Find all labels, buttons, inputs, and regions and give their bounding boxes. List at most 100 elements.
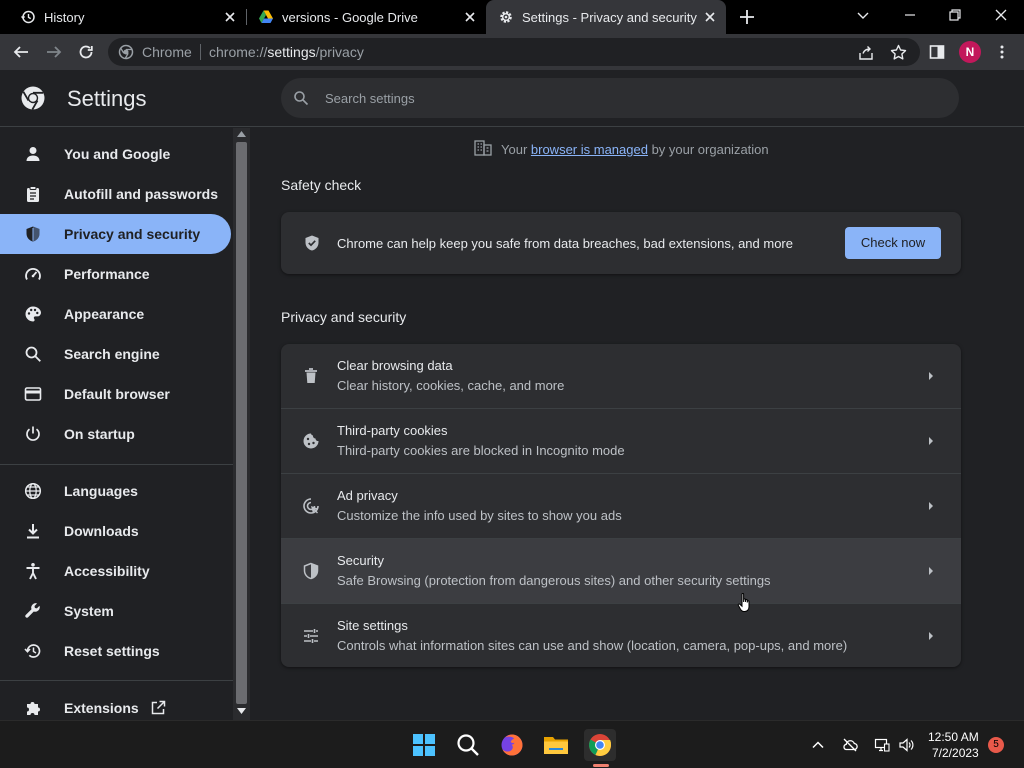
chevron-right-icon (929, 567, 933, 575)
check-now-button[interactable]: Check now (845, 227, 941, 259)
sidebar-item-languages[interactable]: Languages (0, 471, 231, 511)
cloud-offline-icon[interactable] (842, 737, 858, 753)
reload-icon[interactable] (77, 43, 95, 61)
file-explorer-icon[interactable] (540, 729, 572, 761)
volume-icon[interactable] (898, 737, 914, 753)
clock-date[interactable]: 7/2/2023 (932, 746, 979, 760)
chevron-right-icon (929, 437, 933, 445)
tab-search-chevron-icon[interactable] (855, 7, 871, 23)
notification-badge[interactable]: 5 (988, 737, 1004, 753)
sidebar-item-autofill[interactable]: Autofill and passwords (0, 174, 231, 214)
sidebar-item-reset-settings[interactable]: Reset settings (0, 631, 231, 671)
download-icon (27, 524, 39, 539)
sidebar-item-label: Autofill and passwords (64, 186, 219, 202)
row-security[interactable]: Security Safe Browsing (protection from … (281, 538, 961, 603)
tab-history[interactable]: History (0, 0, 246, 34)
sidebar-item-accessibility[interactable]: Accessibility (0, 551, 231, 591)
sidebar-item-on-startup[interactable]: On startup (0, 414, 231, 454)
settings-main: Your browser is managed by your organiza… (250, 128, 1024, 720)
sidebar-item-performance[interactable]: Performance (0, 254, 231, 294)
sidebar-item-downloads[interactable]: Downloads (0, 511, 231, 551)
row-title: Clear browsing data (337, 358, 453, 373)
address-bar[interactable]: Chrome chrome://settings/privacy (108, 38, 920, 66)
omnibox-divider (200, 44, 201, 60)
chevron-up-icon[interactable] (810, 737, 826, 753)
row-title: Site settings (337, 618, 408, 633)
minimize-icon[interactable] (902, 7, 918, 23)
sidebar-item-label: System (64, 603, 114, 619)
restore-window-icon[interactable] (947, 7, 963, 23)
chrome-taskbar-button[interactable] (584, 729, 616, 761)
row-clear-browsing-data[interactable]: Clear browsing data Clear history, cooki… (281, 344, 961, 409)
scroll-up-arrow-icon[interactable] (237, 131, 246, 137)
sidebar-item-label: Reset settings (64, 643, 160, 659)
back-icon[interactable] (12, 43, 30, 61)
row-title: Security (337, 553, 384, 568)
search-icon (25, 346, 41, 362)
window-close-icon[interactable] (993, 7, 1009, 23)
sidebar-scrollbar[interactable] (233, 128, 250, 720)
chevron-right-icon (929, 372, 933, 380)
hand-pointer-cursor-icon (737, 593, 750, 612)
row-subtitle: Controls what information sites can use … (337, 638, 848, 653)
share-icon[interactable] (858, 45, 874, 61)
windows-start-icon[interactable] (408, 729, 440, 761)
puzzle-piece-icon (27, 702, 40, 715)
new-tab-icon[interactable] (738, 8, 756, 26)
external-link-icon (151, 700, 166, 715)
tab-settings[interactable]: Settings - Privacy and security (486, 0, 726, 34)
sidebar-item-label: Accessibility (64, 563, 150, 579)
person-icon (26, 147, 40, 161)
side-panel-icon[interactable] (929, 44, 945, 60)
sidebar-item-you-and-google[interactable]: You and Google (0, 134, 231, 174)
sidebar-item-default-browser[interactable]: Default browser (0, 374, 231, 414)
sidebar-item-appearance[interactable]: Appearance (0, 294, 231, 334)
sidebar-item-system[interactable]: System (0, 591, 231, 631)
row-third-party-cookies[interactable]: Third-party cookies Third-party cookies … (281, 408, 961, 473)
close-icon[interactable] (222, 9, 238, 25)
search-input[interactable] (325, 88, 925, 108)
network-icon[interactable] (874, 737, 890, 753)
tab-title: versions - Google Drive (282, 10, 418, 25)
profile-avatar[interactable]: N (959, 41, 981, 63)
shield-check-icon (305, 235, 319, 251)
more-menu-icon[interactable] (994, 44, 1010, 60)
chevron-right-icon (929, 502, 933, 510)
scrollbar-thumb[interactable] (236, 142, 247, 704)
accessibility-icon (26, 563, 40, 580)
scroll-down-arrow-icon[interactable] (237, 708, 246, 714)
restore-icon (24, 644, 41, 658)
privacy-heading: Privacy and security (281, 309, 407, 325)
browser-managed-link[interactable]: browser is managed (531, 142, 648, 157)
bookmark-star-icon[interactable] (890, 44, 907, 61)
close-icon[interactable] (702, 9, 718, 25)
search-icon (294, 91, 309, 106)
chrome-logo-icon (21, 86, 45, 110)
settings-search-box[interactable] (281, 78, 959, 118)
sidebar-divider (0, 464, 233, 465)
row-ad-privacy[interactable]: Ad privacy Customize the info used by si… (281, 473, 961, 538)
forward-icon[interactable] (45, 43, 63, 61)
sidebar-item-privacy-and-security[interactable]: Privacy and security (0, 214, 231, 254)
page-title: Settings (67, 86, 147, 111)
firefox-icon[interactable] (496, 729, 528, 761)
url-host: settings (267, 44, 316, 60)
sidebar-divider (0, 680, 233, 681)
search-icon[interactable] (452, 729, 484, 761)
managed-prefix: Your (501, 142, 531, 157)
tab-google-drive[interactable]: versions - Google Drive (246, 0, 486, 34)
url-path: /privacy (315, 44, 364, 60)
row-site-settings[interactable]: Site settings Controls what information … (281, 603, 961, 668)
clock-time[interactable]: 12:50 AM (928, 730, 979, 744)
speedometer-icon (25, 268, 41, 280)
clipboard-icon (27, 186, 39, 202)
url-text: chrome://settings/privacy (209, 44, 364, 60)
sidebar-item-label: Extensions (64, 700, 139, 716)
sidebar-item-search-engine[interactable]: Search engine (0, 334, 231, 374)
close-icon[interactable] (462, 9, 478, 25)
wrench-icon (25, 603, 40, 618)
row-subtitle: Customize the info used by sites to show… (337, 508, 622, 523)
url-prefix: chrome:// (209, 44, 268, 60)
chrome-site-icon[interactable] (118, 44, 134, 60)
sidebar-item-label: You and Google (64, 146, 171, 162)
